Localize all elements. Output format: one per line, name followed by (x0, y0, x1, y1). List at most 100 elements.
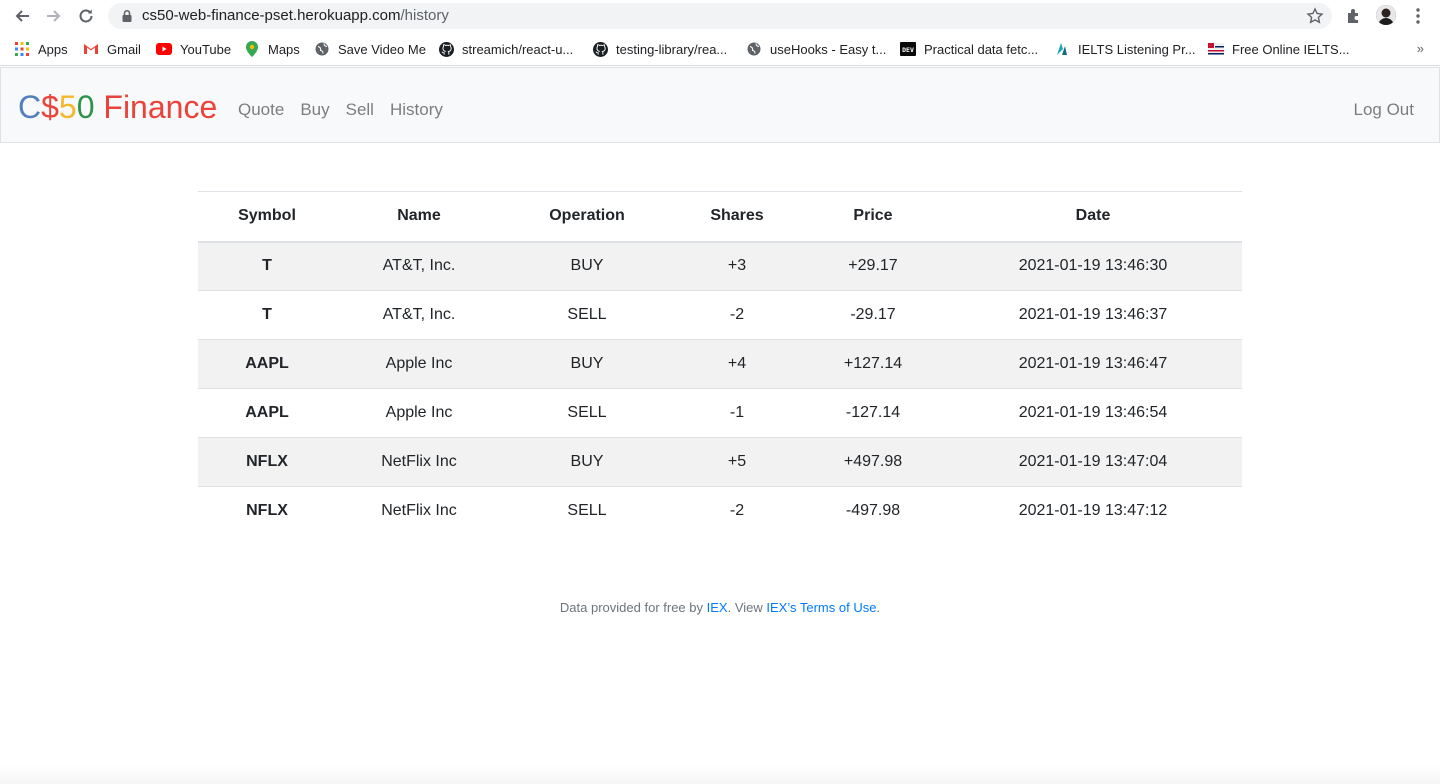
brand-finance: Finance (94, 89, 218, 125)
cell-price: +127.14 (802, 339, 944, 389)
bookmark-star-icon[interactable] (1306, 7, 1324, 25)
table-row: NFLX NetFlix Inc SELL -2 -497.98 2021-01… (198, 486, 1242, 536)
bookmarks-overflow-button[interactable]: » (1417, 41, 1424, 56)
header-shares: Shares (672, 191, 802, 243)
nav-buy-link[interactable]: Buy (300, 100, 329, 120)
cell-price: -497.98 (802, 486, 944, 536)
logout-link[interactable]: Log Out (1354, 100, 1415, 120)
cell-operation: BUY (502, 339, 672, 389)
cell-date: 2021-01-19 13:47:04 (944, 437, 1242, 487)
bookmark-ielts-listening[interactable]: IELTS Listening Pr... (1054, 40, 1196, 58)
more-menu-icon[interactable] (1410, 6, 1426, 26)
bookmark-maps[interactable]: Maps (244, 40, 300, 58)
cell-symbol: AAPL (198, 339, 336, 389)
bookmark-usehooks[interactable]: useHooks - Easy t... (746, 40, 886, 58)
cell-date: 2021-01-19 13:46:37 (944, 290, 1242, 340)
reload-icon[interactable] (76, 6, 96, 26)
history-table: Symbol Name Operation Shares Price Date … (198, 191, 1242, 536)
github-icon (592, 41, 608, 57)
cell-shares: -1 (672, 388, 802, 438)
extensions-puzzle-icon[interactable] (1345, 7, 1363, 25)
cell-name: NetFlix Inc (336, 486, 502, 536)
footer-middle: . View (727, 600, 767, 615)
cell-operation: SELL (502, 486, 672, 536)
cell-shares: -2 (672, 486, 802, 536)
iex-terms-link[interactable]: IEX’s Terms of Use (766, 600, 876, 615)
url-path: /history (400, 7, 449, 24)
bookmark-label: testing-library/rea... (616, 41, 728, 57)
nav-quote-link[interactable]: Quote (238, 100, 284, 120)
back-arrow-icon[interactable] (12, 6, 32, 26)
brand-dollar: $ (41, 89, 59, 125)
iex-link[interactable]: IEX (707, 600, 728, 615)
maps-pin-icon (244, 41, 260, 57)
bookmark-label: Maps (268, 41, 300, 57)
bookmark-apps[interactable]: Apps (14, 40, 68, 58)
brand-zero: 0 (76, 89, 95, 125)
dev-badge-text: DEV (902, 46, 914, 54)
cell-symbol: T (198, 241, 336, 291)
table-row: T AT&T, Inc. SELL -2 -29.17 2021-01-19 1… (198, 290, 1242, 340)
cell-date: 2021-01-19 13:46:47 (944, 339, 1242, 389)
header-symbol: Symbol (198, 191, 336, 243)
bookmark-practical-data[interactable]: DEV Practical data fetc... (900, 40, 1038, 58)
table-header-row: Symbol Name Operation Shares Price Date (198, 191, 1242, 243)
nav-history-link[interactable]: History (390, 100, 443, 120)
cell-price: -29.17 (802, 290, 944, 340)
nav-sell-link[interactable]: Sell (346, 100, 374, 120)
bookmark-label: useHooks - Easy t... (770, 41, 887, 57)
brand-logo[interactable]: C$50 Finance (18, 88, 217, 126)
cell-operation: BUY (502, 437, 672, 487)
bookmark-save-video[interactable]: Save Video Me (314, 40, 426, 58)
cell-name: AT&T, Inc. (336, 241, 502, 291)
globe-icon (746, 41, 762, 57)
bookmark-testing-library[interactable]: testing-library/rea... (592, 40, 727, 58)
cell-price: +497.98 (802, 437, 944, 487)
url-host: cs50-web-finance-pset.herokuapp.com (142, 7, 401, 24)
cell-name: NetFlix Inc (336, 437, 502, 487)
app-navbar: C$50 Finance Quote Buy Sell History Log … (0, 67, 1440, 143)
profile-avatar[interactable] (1376, 5, 1396, 25)
header-name: Name (336, 191, 502, 243)
gmail-icon (83, 41, 99, 57)
table-row: T AT&T, Inc. BUY +3 +29.17 2021-01-19 13… (198, 241, 1242, 291)
cell-date: 2021-01-19 13:46:30 (944, 241, 1242, 291)
youtube-icon (156, 41, 172, 57)
cell-operation: BUY (502, 241, 672, 291)
lock-icon (120, 9, 134, 23)
cell-operation: SELL (502, 388, 672, 438)
forward-arrow-icon[interactable] (44, 6, 64, 26)
bookmarks-bar: Apps Gmail YouTube Maps Save Video Me st… (0, 32, 1440, 66)
table-row: AAPL Apple Inc SELL -1 -127.14 2021-01-1… (198, 388, 1242, 438)
bookmark-streamich[interactable]: streamich/react-u... (438, 40, 573, 58)
bookmark-label: Practical data fetc... (924, 41, 1039, 57)
bookmark-label: Apps (38, 41, 68, 57)
bookmark-label: Gmail (107, 41, 141, 57)
bookmark-label: IELTS Listening Pr... (1078, 41, 1196, 57)
brand-five: 5 (58, 89, 77, 125)
cell-symbol: AAPL (198, 388, 336, 438)
page-footer: Data provided for free by IEX. View IEX’… (0, 600, 1440, 615)
cell-symbol: NFLX (198, 486, 336, 536)
window-bottom-shadow (0, 764, 1440, 784)
bookmark-label: streamich/react-u... (462, 41, 574, 57)
cell-price: +29.17 (802, 241, 944, 291)
bookmark-free-ielts[interactable]: Free Online IELTS... (1208, 40, 1350, 58)
bookmark-label: Save Video Me (338, 41, 426, 57)
cell-date: 2021-01-19 13:46:54 (944, 388, 1242, 438)
main-nav: Quote Buy Sell History (238, 100, 459, 120)
browser-toolbar: cs50-web-finance-pset.herokuapp.com/hist… (0, 0, 1440, 32)
bookmark-gmail[interactable]: Gmail (83, 40, 141, 58)
cell-shares: +4 (672, 339, 802, 389)
cell-operation: SELL (502, 290, 672, 340)
address-bar[interactable]: cs50-web-finance-pset.herokuapp.com/hist… (108, 3, 1332, 29)
brand-c: C (18, 89, 42, 125)
cell-symbol: NFLX (198, 437, 336, 487)
github-icon (438, 41, 454, 57)
cell-name: Apple Inc (336, 339, 502, 389)
cell-shares: -2 (672, 290, 802, 340)
ielts-icon (1054, 41, 1070, 57)
cell-price: -127.14 (802, 388, 944, 438)
bookmark-youtube[interactable]: YouTube (156, 40, 231, 58)
header-price: Price (802, 191, 944, 243)
